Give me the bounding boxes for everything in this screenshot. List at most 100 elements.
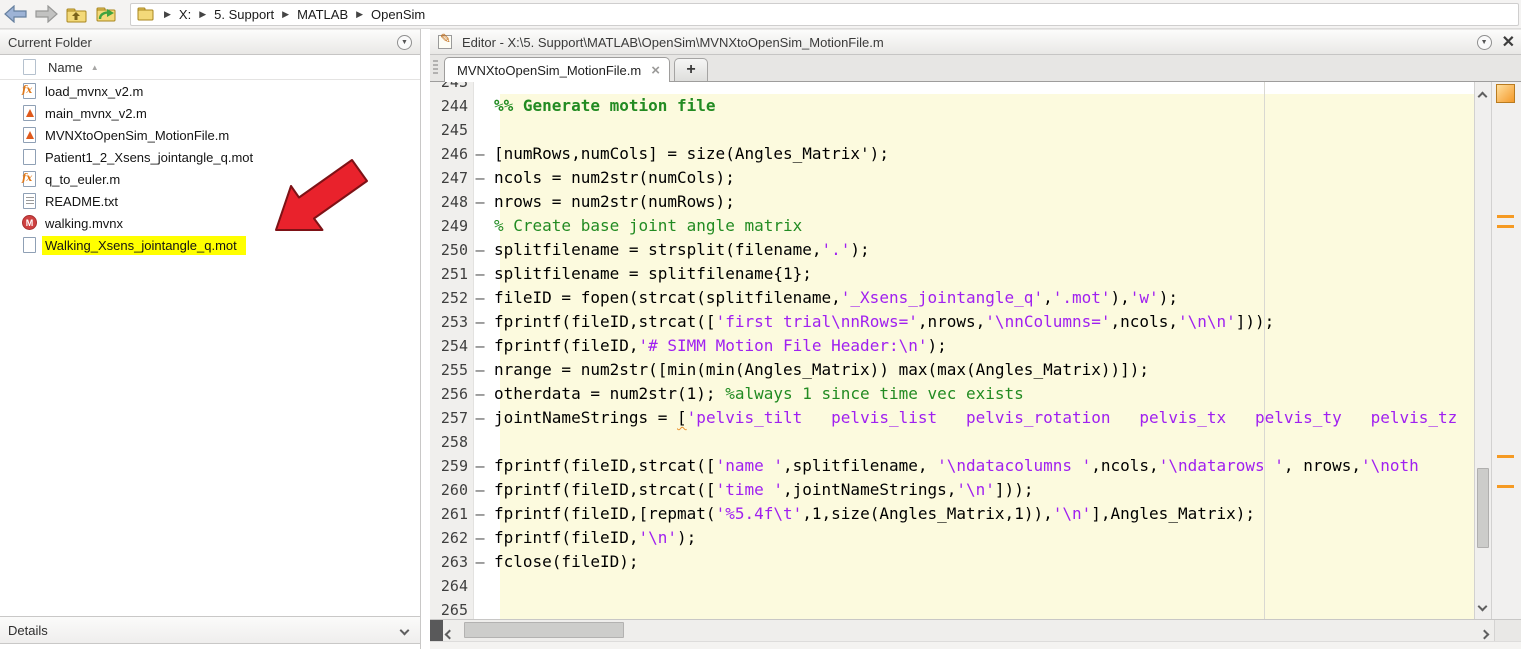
file-name: README.txt (45, 194, 118, 209)
code-text[interactable]: jointNameStrings = ['pelvis_tilt pelvis_… (492, 406, 1457, 430)
execution-marker: – (468, 382, 492, 406)
code-text[interactable]: ncols = num2str(numCols); (492, 166, 735, 190)
code-text[interactable]: fprintf(fileID,[repmat('%5.4f\t',1,size(… (492, 502, 1255, 526)
file-list-empty-space (0, 258, 420, 616)
current-folder-panel: Current Folder ▼ Name ▲ fxload_mvnx_v2.m… (0, 29, 421, 649)
execution-marker (468, 430, 492, 454)
editor-menu-icon[interactable]: ▼ (1477, 35, 1492, 50)
code-text[interactable]: splitfilename = strsplit(filename,'.'); (492, 238, 870, 262)
warning-tick[interactable] (1497, 215, 1514, 218)
execution-marker: – (468, 334, 492, 358)
file-icon (22, 149, 39, 165)
scroll-up-icon[interactable] (1479, 88, 1486, 103)
code-text[interactable] (492, 574, 494, 598)
code-text[interactable]: nrange = num2str([min(min(Angles_Matrix)… (492, 358, 1149, 382)
file-row[interactable]: README.txt (0, 190, 420, 212)
tab-mvnxtoopensim[interactable]: MVNXtoOpenSim_MotionFile.m × (444, 57, 670, 82)
current-folder-header: Current Folder ▼ (0, 29, 420, 55)
warning-tick[interactable] (1497, 485, 1514, 488)
editor-panel: ✎ Editor - X:\5. Support\MATLAB\OpenSim\… (430, 29, 1521, 649)
breadcrumb-item[interactable]: 5. Support (214, 7, 274, 22)
code-text[interactable]: fprintf(fileID,'# SIMM Motion File Heade… (492, 334, 947, 358)
line-number: 255 (430, 358, 468, 382)
editor-header: ✎ Editor - X:\5. Support\MATLAB\OpenSim\… (430, 29, 1521, 55)
horizontal-scrollbar[interactable] (430, 619, 1521, 641)
scroll-left-icon[interactable] (446, 626, 453, 641)
address-bar[interactable]: ▶X:▶5. Support▶MATLAB▶OpenSim (130, 3, 1519, 26)
file-row[interactable]: fxq_to_euler.m (0, 168, 420, 190)
chevron-right-icon: ▶ (199, 9, 206, 20)
code-line: 262–fprintf(fileID,'\n'); (430, 526, 1474, 550)
forward-button[interactable] (32, 2, 60, 26)
back-button[interactable] (2, 2, 30, 26)
close-tab-icon[interactable]: × (651, 63, 660, 78)
execution-marker: – (468, 238, 492, 262)
code-lines[interactable]: 243244%% Generate motion file245246–[num… (430, 82, 1474, 619)
file-row[interactable]: Patient1_2_Xsens_jointangle_q.mot (0, 146, 420, 168)
new-tab-button[interactable]: + (674, 58, 708, 81)
code-line: 247–ncols = num2str(numCols); (430, 166, 1474, 190)
horizontal-scrollbar-thumb[interactable] (464, 622, 624, 638)
breadcrumb-item[interactable]: MATLAB (297, 7, 348, 22)
vertical-scrollbar-thumb[interactable] (1477, 468, 1489, 548)
code-text[interactable]: fprintf(fileID,strcat(['first trial\nnRo… (492, 310, 1274, 334)
vertical-scrollbar[interactable] (1474, 82, 1492, 619)
code-line: 254–fprintf(fileID,'# SIMM Motion File H… (430, 334, 1474, 358)
browse-folder-icon (95, 5, 117, 23)
code-text[interactable]: nrows = num2str(numRows); (492, 190, 735, 214)
close-icon[interactable]: ✕ (1502, 32, 1515, 52)
message-indicator-strip (1492, 82, 1521, 619)
file-row[interactable]: MVNXtoOpenSim_MotionFile.m (0, 124, 420, 146)
tab-bar-grip[interactable] (433, 60, 438, 76)
code-text[interactable]: fileID = fopen(strcat(splitfilename,'_Xs… (492, 286, 1178, 310)
scrollbar-corner (1494, 620, 1521, 641)
line-number: 252 (430, 286, 468, 310)
execution-marker (468, 574, 492, 598)
execution-marker (468, 118, 492, 142)
scrollbar-splitter[interactable] (430, 620, 443, 641)
line-number: 245 (430, 118, 468, 142)
file-name: walking.mvnx (45, 216, 123, 231)
breadcrumb-item[interactable]: X: (179, 7, 191, 22)
execution-marker: – (468, 454, 492, 478)
code-line: 255–nrange = num2str([min(min(Angles_Mat… (430, 358, 1474, 382)
file-row[interactable]: Walking_Xsens_jointangle_q.mot (0, 234, 420, 256)
file-row[interactable]: fxload_mvnx_v2.m (0, 80, 420, 102)
code-text[interactable] (492, 430, 494, 454)
line-number: 250 (430, 238, 468, 262)
execution-marker: – (468, 502, 492, 526)
horizontal-scrollbar-track[interactable] (430, 620, 1494, 641)
browse-folder-button[interactable] (92, 2, 120, 26)
code-text[interactable]: fprintf(fileID,'\n'); (492, 526, 696, 550)
code-line: 251–splitfilename = splitfilename{1}; (430, 262, 1474, 286)
warning-indicator-icon[interactable] (1496, 84, 1515, 103)
panel-menu-icon[interactable]: ▼ (397, 35, 412, 50)
code-text[interactable]: % Create base joint angle matrix (492, 214, 802, 238)
code-line: 250–splitfilename = strsplit(filename,'.… (430, 238, 1474, 262)
up-one-level-button[interactable] (62, 2, 90, 26)
code-text[interactable]: fclose(fileID); (492, 550, 639, 574)
code-text[interactable]: fprintf(fileID,strcat(['name ',splitfile… (492, 454, 1419, 478)
code-text[interactable]: fprintf(fileID,strcat(['time ',jointName… (492, 478, 1033, 502)
code-text[interactable]: otherdata = num2str(1); %always 1 since … (492, 382, 1024, 406)
code-text[interactable] (492, 82, 494, 94)
forward-arrow-icon (34, 5, 58, 23)
warning-tick[interactable] (1497, 455, 1514, 458)
file-row[interactable]: main_mvnx_v2.m (0, 102, 420, 124)
code-text[interactable] (492, 118, 494, 142)
scroll-down-icon[interactable] (1479, 598, 1486, 613)
line-number: 253 (430, 310, 468, 334)
code-text[interactable]: %% Generate motion file (492, 94, 716, 118)
code-area: 243244%% Generate motion file245246–[num… (430, 82, 1521, 619)
line-number: 265 (430, 598, 468, 619)
details-bar[interactable]: Details (0, 616, 420, 644)
tab-label: MVNXtoOpenSim_MotionFile.m (457, 63, 641, 78)
name-column-header[interactable]: Name ▲ (0, 55, 420, 80)
warning-tick[interactable] (1497, 225, 1514, 228)
code-text[interactable]: splitfilename = splitfilename{1}; (492, 262, 812, 286)
breadcrumb-item[interactable]: OpenSim (371, 7, 425, 22)
file-row[interactable]: Mwalking.mvnx (0, 212, 420, 234)
code-text[interactable]: [numRows,numCols] = size(Angles_Matrix')… (492, 142, 889, 166)
code-text[interactable] (492, 598, 494, 619)
scroll-right-icon[interactable] (1481, 626, 1488, 641)
